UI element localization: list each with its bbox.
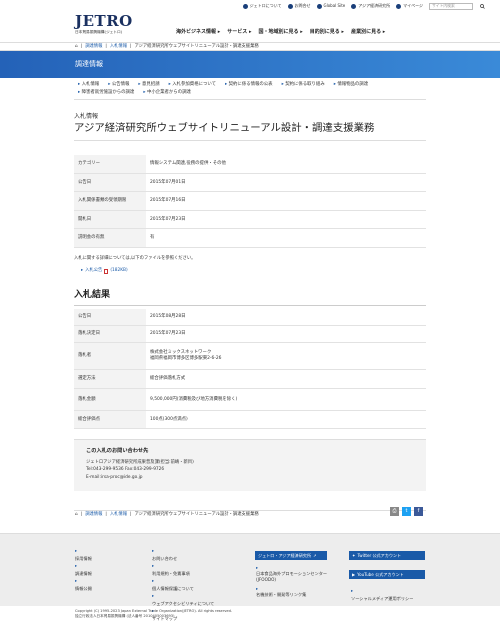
pdf-link[interactable]: ▸ 入札公告 (182KB) xyxy=(81,268,426,274)
footer-link[interactable]: ▸ 利用規約・免責事項 xyxy=(152,562,214,577)
subnav-opinion[interactable]: ▸ 意見招請 xyxy=(138,82,159,88)
footer-col-3: ▸ 日本食品海外プロモーションセンター(JFOODO) ▸ 名機技術・開発等リン… xyxy=(256,565,336,598)
gnav-industry[interactable]: 産業別に見る ▸ xyxy=(351,29,385,36)
jetro-logo[interactable]: JETRO 日本貿易振興機構(ジェトロ) xyxy=(75,14,133,35)
gnav-overseas[interactable]: 海外ビジネス情報 ▸ xyxy=(176,29,220,36)
pdf-icon xyxy=(104,268,109,274)
subnav-bidding[interactable]: ▸ 入札情報 xyxy=(78,82,99,88)
footer-link[interactable]: ▸ 日本食品海外プロモーションセンター(JFOODO) xyxy=(256,565,336,583)
section-subnav: ▸ 入札情報 ▸ 公告情報 ▸ 意見招請 ▸ 入札参加資格について ▸ 契約に係… xyxy=(74,78,426,101)
facebook-icon[interactable]: f xyxy=(414,507,423,516)
ide-icon xyxy=(351,3,357,9)
main-content: 入札情報 アジア経済研究所ウェブサイトリニューアル設計・調達支援業務 カテゴリー… xyxy=(74,113,426,519)
subnav-disability[interactable]: ▸ 障害者就労施設からの調達 xyxy=(78,90,134,96)
table-row: 選定方法 総合評価落札方式 xyxy=(74,369,426,390)
twitter-bird-icon: ✦ xyxy=(352,552,356,558)
utility-link-global[interactable]: Global Site xyxy=(316,3,345,9)
table-row: 入札関係書類の受領期限 2015年07月16日 xyxy=(74,191,426,211)
result-heading: 入札結果 xyxy=(74,290,426,306)
page-title: アジア経済研究所ウェブサイトリニューアル設計・調達支援業務 xyxy=(74,122,426,141)
pre-title: 入札情報 xyxy=(74,113,99,121)
footer-social-policy[interactable]: ▸ ソーシャルメディア運用ポリシー xyxy=(351,587,413,602)
footer-col-1: ▸ 採用情報 ▸ 調達情報 ▸ 情報公開 xyxy=(75,547,92,592)
contact-line: Tel:043-299-9536 Fax:043-299-9726 xyxy=(86,467,165,473)
footer-link[interactable]: ▸ ウェブアクセシビリティについて xyxy=(152,592,214,607)
contact-box: この入札のお問い合わせ先 ジェトロアジア経済研究所成果普及課(担当:前嶋・新目)… xyxy=(74,439,426,492)
global-nav: 海外ビジネス情報 ▸ サービス ▸ 国・地域別に見る ▸ 目的別に見る ▸ 産業… xyxy=(176,29,385,36)
breadcrumb-procurement[interactable]: 調達情報 xyxy=(85,44,102,50)
home-icon[interactable]: ⌂ xyxy=(75,44,78,50)
table-row: 公告日 2015年07月01日 xyxy=(74,173,426,193)
mail-icon xyxy=(287,3,293,9)
footer-link[interactable]: ▸ 情報公開 xyxy=(75,577,92,592)
site-header: JETRO 日本貿易振興機構(ジェトロ) 海外ビジネス情報 ▸ サービス ▸ 国… xyxy=(0,12,500,42)
subnav-qualification[interactable]: ▸ 入札参加資格について xyxy=(169,82,216,88)
breadcrumb-bottom: ⌂ | 調達情報 | 入札情報 | アジア経済研究所ウェブサイトリニューアル設計… xyxy=(74,510,426,519)
footer-link[interactable]: ▸ 調達情報 xyxy=(75,562,92,577)
search-button[interactable] xyxy=(479,2,486,10)
user-icon xyxy=(396,3,402,9)
site-search-input[interactable]: サイト内検索 xyxy=(429,2,473,10)
table-row: 落札者 株式会社ミックスネットワーク 福岡県福岡市博多区博多駅東2-6-26 xyxy=(74,342,426,371)
utility-link-about[interactable]: ジェトロについて xyxy=(242,3,282,9)
contact-line: ジェトロアジア経済研究所成果普及課(担当:前嶋・新目) xyxy=(86,459,194,465)
footer-link[interactable]: ▸ 名機技術・開発等リンク集 xyxy=(256,586,336,598)
breadcrumb-current: アジア経済研究所ウェブサイトリニューアル設計・調達支援業務 xyxy=(134,512,259,518)
utility-link-ide[interactable]: アジア経済研究所 xyxy=(351,3,390,9)
bid-info-table: カテゴリー 情報システム関連,役務の提供・その他 公告日 2015年07月01日 入… xyxy=(74,154,426,248)
subnav-sme[interactable]: ▸ 中小企業者からの調達 xyxy=(143,90,191,96)
utility-link-contact[interactable]: お問合せ xyxy=(287,3,311,9)
table-row: 総合評価点 100点(300点満点) xyxy=(74,410,426,430)
home-icon[interactable]: ⌂ xyxy=(75,512,78,518)
breadcrumb-bidding[interactable]: 入札情報 xyxy=(110,512,127,518)
gnav-region[interactable]: 国・地域別に見る ▸ xyxy=(259,29,303,36)
table-row: 公告日 2015年08月28日 xyxy=(74,308,426,327)
breadcrumb-procurement[interactable]: 調達情報 xyxy=(85,512,102,518)
table-row: 落札金額 9,500,000円(消費税及び地方消費税を除く) xyxy=(74,388,426,412)
mypage-link[interactable]: マイページ xyxy=(396,3,423,9)
result-table: 公告日 2015年08月28日 落札決定日 2015年07月23日 落札者 株式会社ミ… xyxy=(74,308,426,430)
detail-note: 入札に関する詳細については,以下のファイルを参照ください。 xyxy=(74,255,196,261)
logo-subtitle: 日本貿易振興機構(ジェトロ) xyxy=(75,30,123,34)
logo-text: JETRO xyxy=(75,12,133,30)
gnav-services[interactable]: サービス ▸ xyxy=(227,29,251,36)
twitter-account-button[interactable]: ✦ Twitter 公式アカウント xyxy=(349,551,425,560)
breadcrumb-current: アジア経済研究所ウェブサイトリニューアル設計・調達支援業務 xyxy=(134,43,259,49)
breadcrumb: ⌂ | 調達情報 | 入札情報 | アジア経済研究所ウェブサイトリニューアル設計… xyxy=(0,42,500,51)
utility-bar: ジェトロについて お問合せ Global Site アジア経済研究所 マイページ… xyxy=(0,0,500,12)
table-row: 開札日 2015年07月23日 xyxy=(74,210,426,230)
youtube-icon: ▶ xyxy=(352,571,356,577)
breadcrumb-bidding[interactable]: 入札情報 xyxy=(110,44,127,50)
subnav-contract-effort[interactable]: ▸ 契約に係る取り組み xyxy=(282,82,325,88)
copyright: Copyright (C) 1995-2023 Japan External T… xyxy=(75,609,232,618)
subnav-notices[interactable]: ▸ 公告情報 xyxy=(108,82,129,88)
section-banner: 調達情報 xyxy=(0,51,500,78)
contact-email: E-mail:irsa-proc@ide.go.jp xyxy=(86,474,143,480)
search-icon xyxy=(480,3,485,9)
subnav-info-goods[interactable]: ▸ 情報物品の調達 xyxy=(334,82,368,88)
site-footer: ▸ 採用情報 ▸ 調達情報 ▸ 情報公開 ▸ お問い合わせ ▸ 利用規約・免責事… xyxy=(0,533,500,621)
footer-link[interactable]: ▸ 個人情報保護について xyxy=(152,577,214,592)
print-icon[interactable]: ⎙ xyxy=(390,507,399,516)
contact-title: この入札のお問い合わせ先 xyxy=(86,448,149,455)
share-buttons: ⎙ t f xyxy=(390,507,423,516)
gnav-purpose[interactable]: 目的別に見る ▸ xyxy=(310,29,344,36)
table-row: カテゴリー 情報システム関連,役務の提供・その他 xyxy=(74,154,426,174)
youtube-account-button[interactable]: ▶ YouTube 公式アカウント xyxy=(349,570,425,579)
table-row: 落札決定日 2015年07月23日 xyxy=(74,325,426,344)
globe-icon xyxy=(316,3,322,9)
table-row: 説明会の有無有 xyxy=(74,228,426,248)
twitter-icon[interactable]: t xyxy=(402,507,411,516)
footer-ide-button[interactable]: ジェトロ・アジア経済研究所 ↗ xyxy=(255,551,327,560)
about-icon xyxy=(242,3,248,9)
footer-link[interactable]: ▸ 採用情報 xyxy=(75,547,92,562)
subnav-contract-info[interactable]: ▸ 契約に係る情報の公表 xyxy=(225,82,273,88)
footer-link[interactable]: ▸ お問い合わせ xyxy=(152,547,214,562)
